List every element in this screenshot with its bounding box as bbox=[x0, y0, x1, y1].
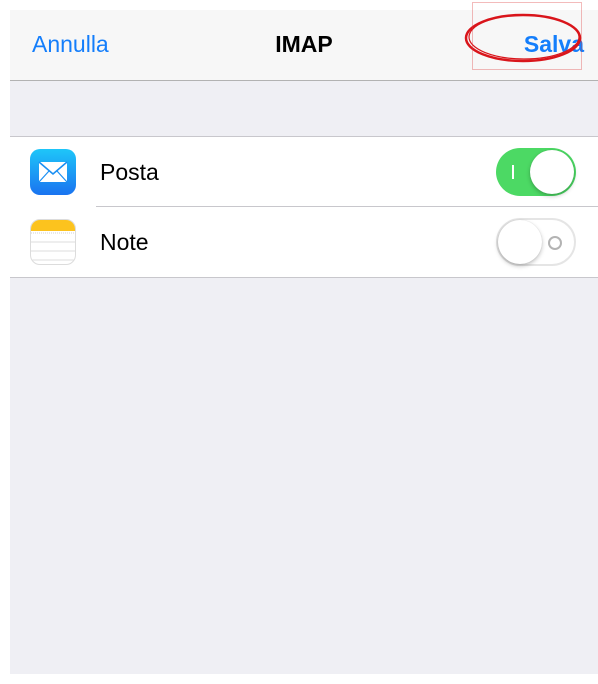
list-item-note: Note bbox=[10, 207, 598, 277]
service-label: Posta bbox=[100, 159, 159, 185]
list-item-posta: Posta bbox=[10, 137, 598, 207]
services-list: Posta Note bbox=[10, 136, 598, 278]
service-label: Note bbox=[100, 229, 149, 255]
page-title: IMAP bbox=[275, 31, 333, 57]
mail-envelope-graphic bbox=[38, 161, 68, 183]
save-button[interactable]: Salva bbox=[524, 31, 584, 58]
note-toggle[interactable] bbox=[496, 218, 576, 266]
toggle-off-indicator bbox=[548, 236, 562, 250]
toggle-knob bbox=[530, 150, 574, 194]
navigation-bar: Annulla IMAP Salva bbox=[10, 10, 598, 81]
notes-paper-graphic bbox=[31, 220, 75, 261]
mail-icon bbox=[30, 149, 76, 195]
notes-icon bbox=[30, 219, 76, 265]
toggle-knob bbox=[498, 220, 542, 264]
toggle-on-indicator bbox=[512, 165, 514, 179]
settings-screen: Annulla IMAP Salva Posta Note bbox=[10, 10, 598, 674]
posta-toggle[interactable] bbox=[496, 148, 576, 196]
